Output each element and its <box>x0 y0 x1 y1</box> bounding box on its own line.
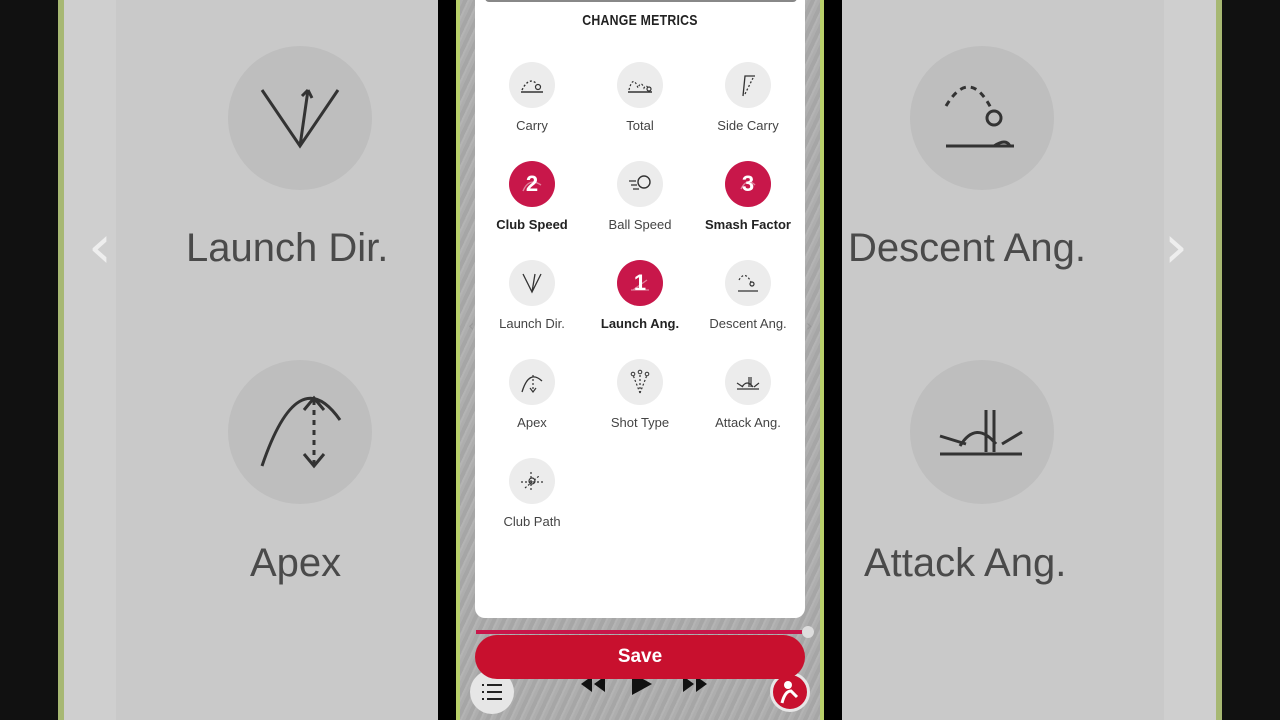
bg-descent-ang-icon <box>910 46 1054 190</box>
metric-order-badge: 1 <box>633 270 647 295</box>
descent-ang-icon <box>725 260 771 306</box>
background-zoom-left: Launch Dir. Apex ‹ <box>58 0 438 720</box>
bg-chevron-left-icon: ‹ <box>88 212 112 282</box>
next-chevron-icon[interactable]: › <box>806 316 812 335</box>
modal-handle[interactable] <box>485 0 797 2</box>
bg-apex-icon <box>228 360 372 504</box>
metric-label: Club Speed <box>496 217 568 232</box>
metric-label: Carry <box>516 118 548 133</box>
metric-attack-ang[interactable]: Attack Ang. <box>694 357 802 447</box>
phone-screen: ‹ › CHANGE METRICS Carry Total Side Carry 2… <box>456 0 824 720</box>
bg-label-descent-ang: Descent Ang. <box>848 226 1086 270</box>
side-carry-icon <box>725 62 771 108</box>
club-speed-icon: 2 <box>509 161 555 207</box>
bg-chevron-right-icon: › <box>1164 212 1188 282</box>
metric-club-path[interactable]: Club Path <box>478 456 586 546</box>
metric-order-badge: 3 <box>741 171 755 196</box>
smash-factor-icon: 3 <box>725 161 771 207</box>
metric-label: Smash Factor <box>705 217 791 232</box>
prev-chevron-icon[interactable]: ‹ <box>468 316 474 335</box>
metric-label: Total <box>626 118 654 133</box>
golfer-icon <box>780 681 799 704</box>
launch-ang-icon: 1 <box>617 260 663 306</box>
metric-club-speed[interactable]: 2 Club Speed <box>478 159 586 249</box>
metric-label: Launch Dir. <box>499 316 565 331</box>
metric-label: Club Path <box>503 514 561 529</box>
video-frame: Launch Dir. Apex ‹ Descent Ang. Attack A… <box>0 0 1280 720</box>
bg-label-attack-ang: Attack Ang. <box>864 541 1067 585</box>
save-button[interactable]: Save <box>475 635 805 679</box>
video-progress-fill <box>476 630 802 634</box>
metric-label: Shot Type <box>610 415 670 430</box>
metric-launch-ang[interactable]: 1 Launch Ang. <box>586 258 694 348</box>
bg-frame-right <box>1216 0 1222 720</box>
metric-order-badge: 2 <box>525 171 539 196</box>
metric-label: Ball Speed <box>608 217 672 232</box>
carry-icon <box>509 62 555 108</box>
metric-label: Launch Ang. <box>600 316 680 331</box>
ball-speed-icon <box>617 161 663 207</box>
metric-label: Descent Ang. <box>709 316 787 331</box>
metric-label: Attack Ang. <box>715 415 781 430</box>
bg-label-launch-dir: Launch Dir. <box>186 226 389 270</box>
launch-dir-icon <box>509 260 555 306</box>
metric-smash-factor[interactable]: 3 Smash Factor <box>694 159 802 249</box>
metric-total[interactable]: Total <box>586 60 694 150</box>
metric-descent-ang[interactable]: Descent Ang. <box>694 258 802 348</box>
metric-launch-dir[interactable]: Launch Dir. <box>478 258 586 348</box>
metric-carry[interactable]: Carry <box>478 60 586 150</box>
shot-type-icon <box>617 359 663 405</box>
change-metrics-modal: CHANGE METRICS Carry Total Side Carry 2 Club… <box>475 0 805 618</box>
metric-side-carry[interactable]: Side Carry <box>694 60 802 150</box>
modal-title: CHANGE METRICS <box>582 12 698 29</box>
video-progress-bar[interactable] <box>476 630 812 634</box>
metric-shot-type[interactable]: Shot Type <box>586 357 694 447</box>
bg-attack-ang-icon <box>910 360 1054 504</box>
bg-frame-left <box>58 0 64 720</box>
black-bar-left <box>0 0 58 720</box>
metric-label: Side Carry <box>717 118 779 133</box>
black-bar-right <box>1222 0 1280 720</box>
list-icon <box>482 684 502 700</box>
bg-launch-dir-icon <box>228 46 372 190</box>
bg-label-apex: Apex <box>250 541 342 585</box>
metric-ball-speed[interactable]: Ball Speed <box>586 159 694 249</box>
apex-icon <box>509 359 555 405</box>
club-path-icon <box>509 458 555 504</box>
background-zoom-right: Descent Ang. Attack Ang. › <box>842 0 1222 720</box>
attack-ang-icon <box>725 359 771 405</box>
metric-apex[interactable]: Apex <box>478 357 586 447</box>
total-icon <box>617 62 663 108</box>
video-progress-knob[interactable] <box>802 626 814 638</box>
metric-label: Apex <box>517 415 547 430</box>
